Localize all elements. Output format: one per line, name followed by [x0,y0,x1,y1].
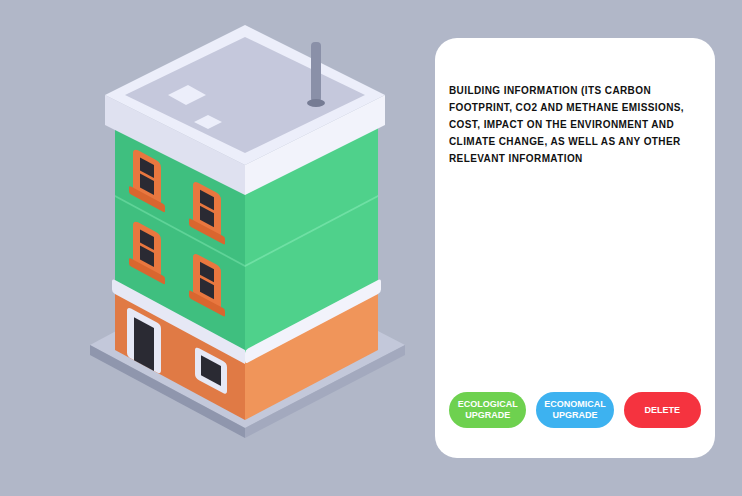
building-description: BUILDING INFORMATION (ITS CARBON FOOTPRI… [449,82,699,167]
game-screen: BUILDING INFORMATION (ITS CARBON FOOTPRI… [0,0,742,496]
action-button[interactable]: ECONOMICAL UPGRADE [536,392,613,428]
door[interactable] [127,306,161,374]
action-button[interactable]: ECOLOGICAL UPGRADE [449,392,526,428]
action-buttons: ECOLOGICAL UPGRADE ECONOMICAL UPGRADE DELE… [449,392,701,428]
chimney [307,42,325,107]
window [189,178,225,245]
window [129,218,165,285]
building-drawing[interactable] [80,20,415,440]
ground-window [195,346,227,395]
roof [105,25,385,195]
window [189,250,225,317]
window [129,146,165,213]
roof-hatch [168,85,206,105]
building-info-panel: BUILDING INFORMATION (ITS CARBON FOOTPRI… [435,38,715,458]
roof-hatch [194,115,222,129]
action-button[interactable]: DELETE [624,392,701,428]
